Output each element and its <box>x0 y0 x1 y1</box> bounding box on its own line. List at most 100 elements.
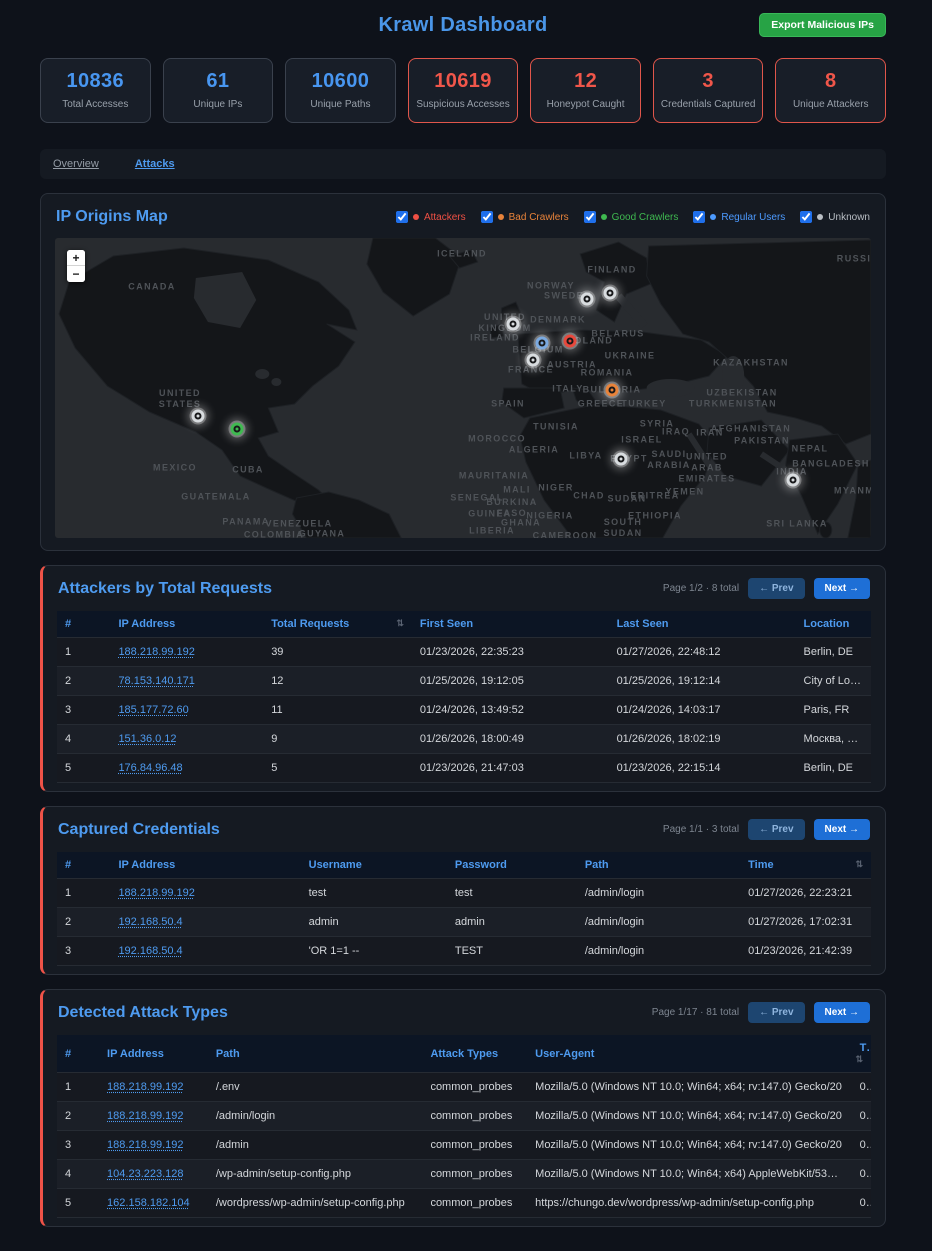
ip-address-cell: 151.36.0.12 <box>110 725 263 754</box>
world-map[interactable]: CANADAICELANDUNITED STATESMEXICOCUBAGUAT… <box>55 238 871 538</box>
marker-center-dot <box>236 428 239 431</box>
sort-icon[interactable]: ⇅ <box>855 859 863 870</box>
table-cell: 5 <box>57 754 110 783</box>
ip-address-link[interactable]: 188.218.99.192 <box>118 646 194 658</box>
table-cell: /wp-admin/setup-config.php <box>208 1160 423 1189</box>
table-row: 3188.218.99.192/admincommon_probesMozill… <box>57 1131 871 1160</box>
stat-value: 10619 <box>411 70 516 93</box>
next-page-button[interactable]: Next → <box>814 578 870 599</box>
credentials-table: #IP AddressUsernamePasswordPathTime⇅1188… <box>57 852 871 966</box>
map-marker-unknown[interactable] <box>527 354 540 367</box>
table-cell: City of London, GB <box>796 667 872 696</box>
zoom-in-button[interactable]: + <box>67 250 85 266</box>
ip-address-link[interactable]: 192.168.50.4 <box>118 916 182 928</box>
table-row: 278.153.140.1711201/25/2026, 19:12:0501/… <box>57 667 871 696</box>
sort-icon[interactable]: ⇅ <box>855 1054 863 1065</box>
map-marker-bad-crawler[interactable] <box>606 384 619 397</box>
table-row: 1188.218.99.1923901/23/2026, 22:35:2301/… <box>57 638 871 667</box>
map-marker-unknown[interactable] <box>787 474 800 487</box>
legend-checkbox-regular-users[interactable] <box>693 211 705 223</box>
column-header-last-seen: Last Seen <box>609 611 796 638</box>
table-row: 5176.84.96.48501/23/2026, 21:47:0301/23/… <box>57 754 871 783</box>
attackers-card: Attackers by Total Requests Page 1/2 · 8… <box>40 565 886 792</box>
legend-checkbox-bad-crawlers[interactable] <box>481 211 493 223</box>
ip-address-link[interactable]: 78.153.140.171 <box>118 675 194 687</box>
prev-page-button[interactable]: ← Prev <box>748 578 804 599</box>
table-row: 2192.168.50.4adminadmin/admin/login01/27… <box>57 908 871 937</box>
ip-address-link[interactable]: 104.23.223.128 <box>107 1168 183 1180</box>
map-marker-unknown[interactable] <box>604 287 617 300</box>
table-cell: 01/27/2026, 22:23:21 <box>852 1102 871 1131</box>
table-cell: 1 <box>57 879 110 908</box>
page-title: Krawl Dashboard <box>379 14 548 37</box>
table-cell: 5 <box>57 1189 99 1218</box>
table-cell: /wordpress/wp-admin/setup-config.php <box>208 1189 423 1218</box>
ip-address-link[interactable]: 192.168.50.4 <box>118 945 182 957</box>
prev-page-button[interactable]: ← Prev <box>748 819 804 840</box>
table-cell: /admin/login <box>208 1102 423 1131</box>
ip-address-link[interactable]: 188.218.99.192 <box>107 1081 183 1093</box>
table-cell: 01/23/2026, 22:15:14 <box>609 754 796 783</box>
table-cell: 3 <box>57 1131 99 1160</box>
ip-address-link[interactable]: 176.84.96.48 <box>118 762 182 774</box>
legend-label: Bad Crawlers <box>509 212 569 223</box>
table-cell: common_probes <box>422 1131 527 1160</box>
table-cell: 2 <box>57 908 110 937</box>
pagination-info: Page 1/17 · 81 total <box>652 1007 739 1018</box>
export-malicious-ips-button[interactable]: Export Malicious IPs <box>759 13 886 37</box>
stat-card-unique-ips: 61Unique IPs <box>163 58 274 123</box>
column-header-location: Location <box>796 611 872 638</box>
credentials-title: Captured Credentials <box>58 821 220 839</box>
ip-address-cell: 188.218.99.192 <box>110 879 300 908</box>
legend-checkbox-attackers[interactable] <box>396 211 408 223</box>
legend-item-regular-users: Regular Users <box>693 211 785 223</box>
legend-checkbox-unknown[interactable] <box>800 211 812 223</box>
prev-page-button[interactable]: ← Prev <box>748 1002 804 1023</box>
marker-center-dot <box>609 292 612 295</box>
legend-dot <box>710 214 716 220</box>
table-cell: 01/23/2026, 22:35:23 <box>412 638 609 667</box>
tab-attacks[interactable]: Attacks <box>135 158 175 170</box>
sort-icon[interactable]: ⇅ <box>396 618 404 629</box>
table-cell: 01/27/2026, 19:35:33 <box>852 1189 871 1218</box>
header: Krawl Dashboard Export Malicious IPs <box>40 8 886 42</box>
stat-label: Total Accesses <box>43 99 148 110</box>
map-marker-attacker[interactable] <box>564 335 577 348</box>
tab-overview[interactable]: Overview <box>53 158 99 170</box>
ip-address-link[interactable]: 162.158.182.104 <box>107 1197 190 1209</box>
ip-address-link[interactable]: 151.36.0.12 <box>118 733 176 745</box>
zoom-out-button[interactable]: − <box>67 266 85 282</box>
map-marker-unknown[interactable] <box>615 453 628 466</box>
column-header-time: Time⇅ <box>740 852 871 879</box>
ip-address-link[interactable]: 185.177.72.60 <box>118 704 188 716</box>
ip-address-cell: 78.153.140.171 <box>110 667 263 696</box>
table-cell: 01/27/2026, 22:48:12 <box>609 638 796 667</box>
table-cell: 01/27/2026, 22:22:54 <box>852 1131 871 1160</box>
table-row: 5 162.158.182.104/wordpress/wp-admin/setu… <box>57 1189 871 1218</box>
legend-label: Attackers <box>424 212 466 223</box>
table-cell: 4 <box>57 725 110 754</box>
ip-address-cell: 162.158.182.104 <box>99 1189 208 1218</box>
table-cell: Berlin, DE <box>796 754 872 783</box>
table-cell: 11 <box>263 696 412 725</box>
ip-address-cell: 192.168.50.4 <box>110 937 300 966</box>
table-cell: 3 <box>57 696 110 725</box>
next-page-button[interactable]: Next → <box>814 1002 870 1023</box>
map-zoom-control: + − <box>67 250 85 282</box>
legend-checkbox-good-crawlers[interactable] <box>584 211 596 223</box>
map-marker-regular-user[interactable] <box>536 337 549 350</box>
ip-address-link[interactable]: 188.218.99.192 <box>118 887 194 899</box>
column-header-path: Path <box>577 852 740 879</box>
attackers-table: #IP AddressTotal Requests⇅First SeenLast… <box>57 611 871 783</box>
ip-address-cell: 188.218.99.192 <box>99 1102 208 1131</box>
ip-address-link[interactable]: 188.218.99.192 <box>107 1110 183 1122</box>
map-marker-unknown[interactable] <box>192 410 205 423</box>
ip-address-link[interactable]: 188.218.99.192 <box>107 1139 183 1151</box>
map-marker-good-crawler[interactable] <box>231 423 244 436</box>
map-marker-unknown[interactable] <box>507 318 520 331</box>
map-marker-unknown[interactable] <box>581 293 594 306</box>
marker-center-dot <box>541 342 544 345</box>
table-row: 3185.177.72.601101/24/2026, 13:49:5201/2… <box>57 696 871 725</box>
next-page-button[interactable]: Next → <box>814 819 870 840</box>
table-cell: 39 <box>263 638 412 667</box>
